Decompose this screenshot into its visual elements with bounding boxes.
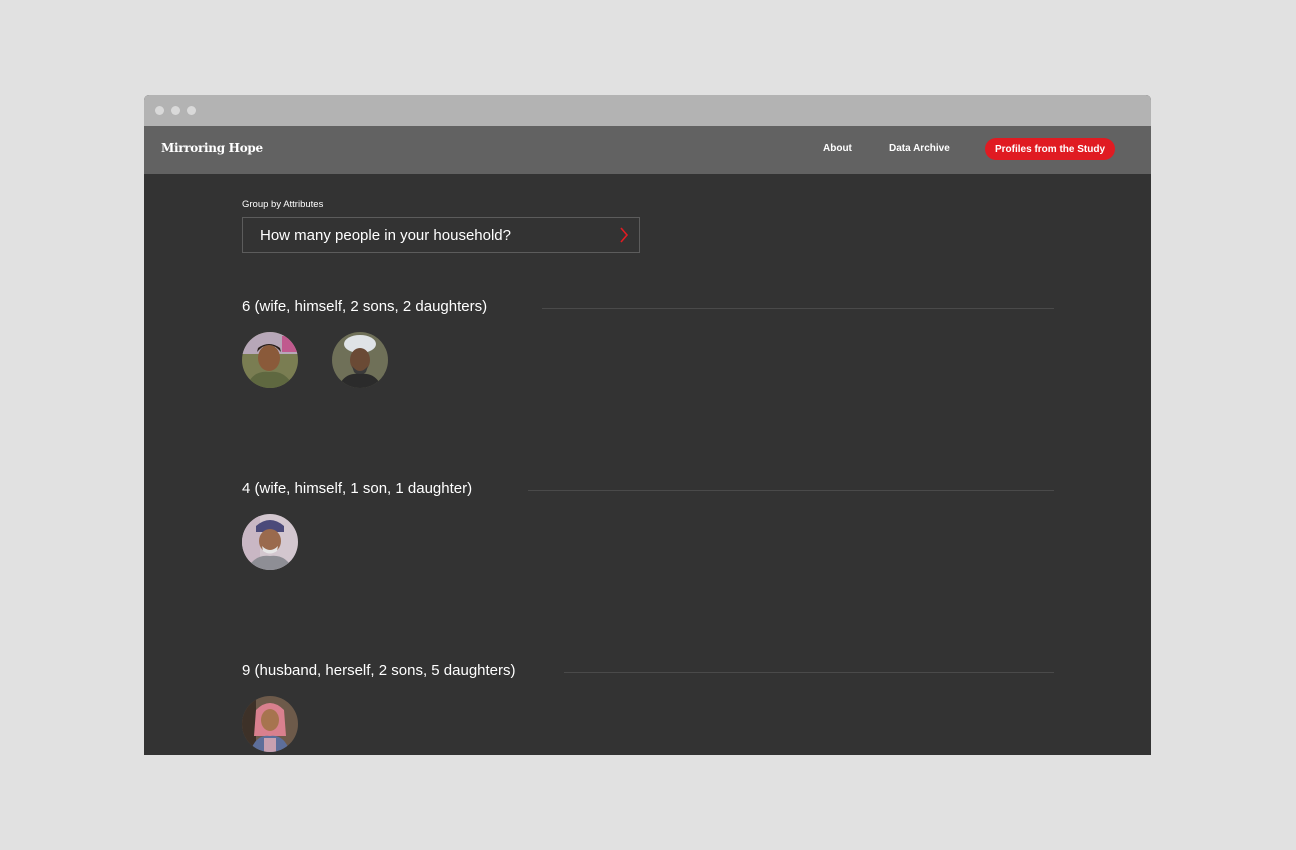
- attribute-select-value: How many people in your household?: [260, 227, 511, 244]
- profile-avatar[interactable]: [242, 332, 298, 388]
- nav-link-about[interactable]: About: [823, 143, 852, 154]
- group-by-label: Group by Attributes: [242, 199, 324, 210]
- profile-avatar[interactable]: [332, 332, 388, 388]
- window-maximize-dot[interactable]: [187, 106, 196, 115]
- window-minimize-dot[interactable]: [171, 106, 180, 115]
- browser-window: Mirroring Hope About Data Archive Profil…: [144, 95, 1151, 755]
- nav-profiles-button[interactable]: Profiles from the Study: [985, 138, 1115, 160]
- household-group: 6 (wife, himself, 2 sons, 2 daughters): [242, 298, 1054, 398]
- browser-titlebar: [144, 95, 1151, 126]
- group-title: 9 (husband, herself, 2 sons, 5 daughters…: [242, 662, 530, 679]
- household-group: 9 (husband, herself, 2 sons, 5 daughters…: [242, 662, 1054, 755]
- group-title: 6 (wife, himself, 2 sons, 2 daughters): [242, 298, 502, 315]
- window-close-dot[interactable]: [155, 106, 164, 115]
- attribute-select[interactable]: How many people in your household?: [242, 217, 640, 253]
- section-divider: [564, 672, 1054, 673]
- nav-link-data-archive[interactable]: Data Archive: [889, 143, 950, 154]
- group-title: 4 (wife, himself, 1 son, 1 daughter): [242, 480, 487, 497]
- section-divider: [542, 308, 1054, 309]
- main-content: Group by Attributes How many people in y…: [144, 174, 1151, 755]
- household-group: 4 (wife, himself, 1 son, 1 daughter): [242, 480, 1054, 580]
- section-divider: [528, 490, 1054, 491]
- profile-avatar[interactable]: [242, 514, 298, 570]
- chevron-right-icon: [620, 227, 629, 243]
- profile-avatar[interactable]: [242, 696, 298, 752]
- site-navbar: Mirroring Hope About Data Archive Profil…: [144, 126, 1151, 174]
- site-logo[interactable]: Mirroring Hope: [161, 141, 263, 155]
